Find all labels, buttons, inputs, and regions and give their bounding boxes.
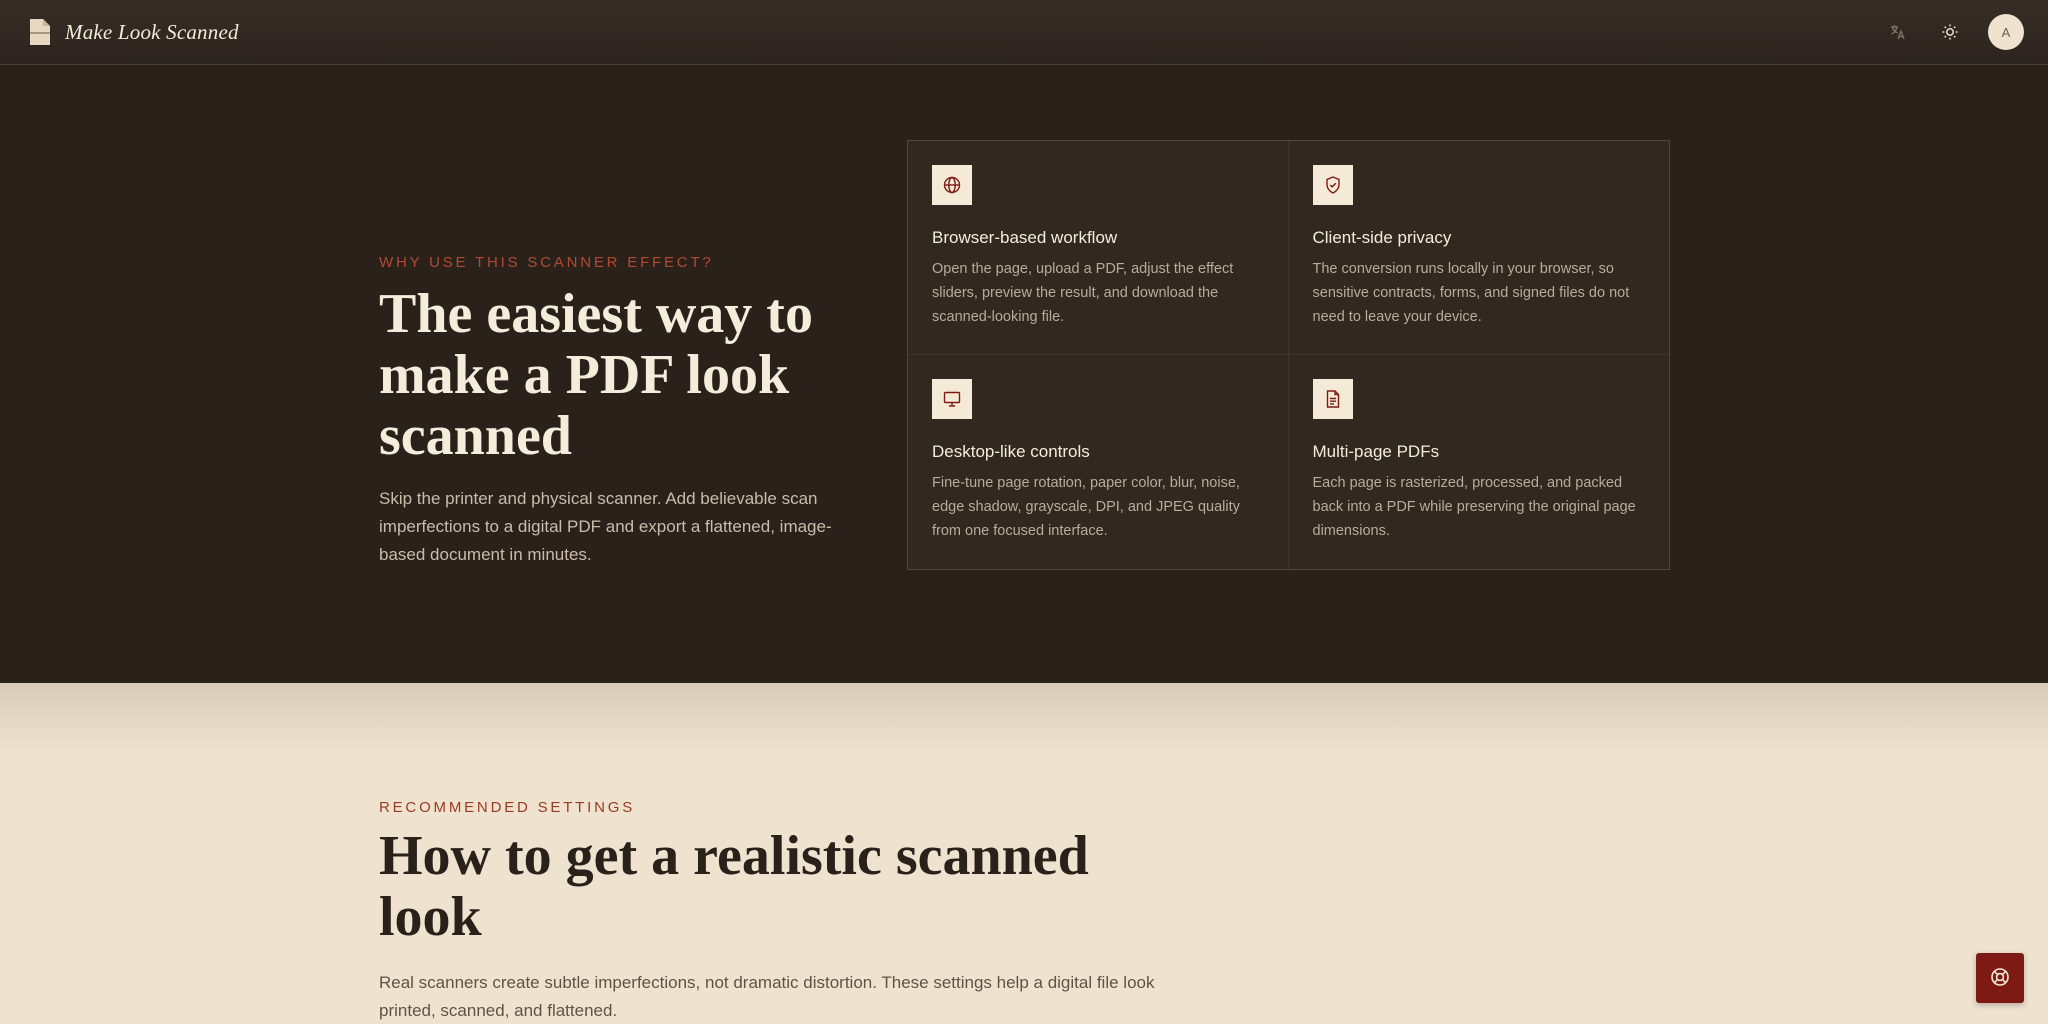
translate-icon[interactable] bbox=[1884, 14, 1912, 50]
feature-title: Client-side privacy bbox=[1312, 228, 1452, 247]
feature-card-privacy: Client-side privacy The conversion runs … bbox=[1288, 141, 1669, 355]
top-bar: Make Look Scanned A bbox=[0, 0, 2048, 65]
feature-card-browser: Browser-based workflow Open the page, up… bbox=[908, 141, 1289, 355]
feature-title: Multi-page PDFs bbox=[1312, 442, 1440, 461]
feature-description: Each page is rasterized, processed, and … bbox=[1312, 475, 1636, 539]
hero-eyebrow: WHY USE THIS SCANNER EFFECT? bbox=[379, 254, 714, 271]
feature-card-multipage: Multi-page PDFs Each page is rasterized,… bbox=[1289, 355, 1670, 569]
lifebuoy-icon bbox=[1989, 966, 2011, 991]
help-button[interactable] bbox=[1976, 953, 2024, 1003]
globe-icon bbox=[932, 165, 972, 205]
section-divider-shadow bbox=[0, 683, 2048, 753]
monitor-icon bbox=[932, 379, 972, 419]
document-icon bbox=[28, 18, 51, 46]
feature-description: Fine-tune page rotation, paper color, bl… bbox=[932, 475, 1240, 539]
sun-icon[interactable] bbox=[1936, 14, 1964, 50]
hero-description: Skip the printer and physical scanner. A… bbox=[379, 489, 832, 564]
settings-title: How to get a realistic scanned look bbox=[379, 825, 1089, 948]
file-text-icon bbox=[1312, 379, 1353, 419]
settings-eyebrow: RECOMMENDED SETTINGS bbox=[379, 799, 636, 816]
shield-icon bbox=[1312, 165, 1353, 205]
brand-title: Make Look Scanned bbox=[65, 19, 239, 44]
settings-description: Real scanners create subtle imperfection… bbox=[379, 973, 1155, 1020]
feature-description: The conversion runs locally in your brow… bbox=[1312, 261, 1630, 325]
hero-title: The easiest way to make a PDF look scann… bbox=[379, 283, 813, 467]
feature-title: Browser-based workflow bbox=[932, 228, 1118, 247]
feature-card-controls: Desktop-like controls Fine-tune page rot… bbox=[908, 355, 1289, 569]
feature-grid: Browser-based workflow Open the page, up… bbox=[907, 140, 1670, 570]
feature-description: Open the page, upload a PDF, adjust the … bbox=[932, 261, 1234, 325]
brand[interactable]: Make Look Scanned bbox=[28, 18, 239, 46]
user-avatar[interactable]: A bbox=[1988, 14, 2024, 50]
feature-title: Desktop-like controls bbox=[932, 442, 1090, 461]
